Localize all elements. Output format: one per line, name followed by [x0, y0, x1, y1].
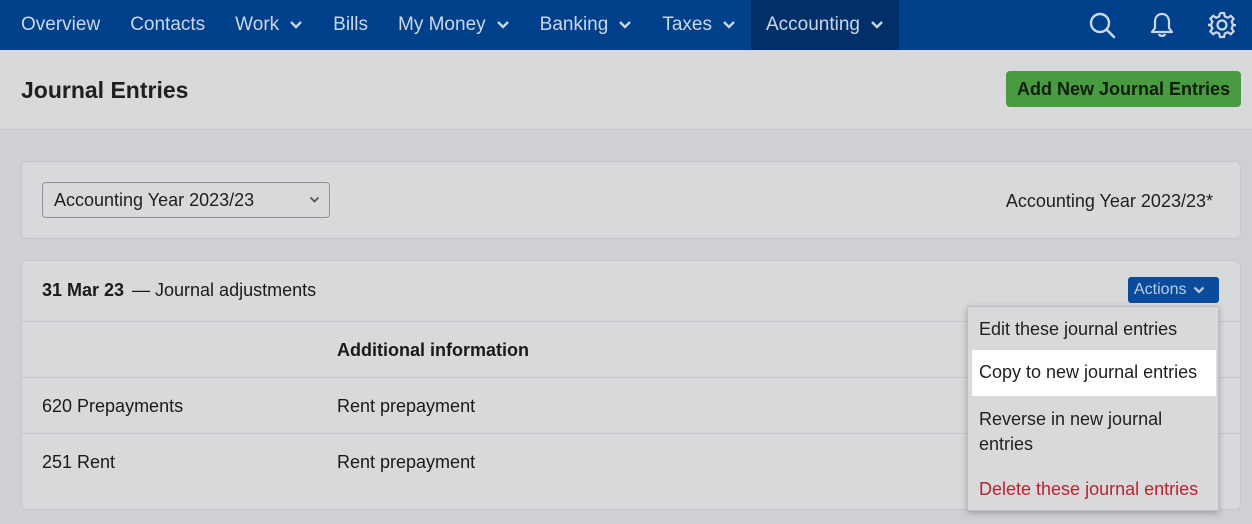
nav-icons [1072, 0, 1252, 50]
nav-contacts[interactable]: Contacts [115, 0, 220, 50]
nav-label: Overview [21, 14, 101, 35]
entry-separator: — [132, 280, 150, 300]
bell-icon [1150, 12, 1174, 37]
nav-label: My Money [398, 14, 486, 35]
nav-bills[interactable]: Bills [318, 0, 383, 50]
chevron-down-icon [723, 21, 735, 29]
nav-label: Taxes [662, 14, 712, 35]
actions-button[interactable]: Actions [1128, 277, 1219, 303]
add-new-journal-entries-button[interactable]: Add New Journal Entries [1005, 71, 1241, 107]
year-select-value: Accounting Year 2023/23 [54, 189, 255, 210]
accounting-year-label: Accounting Year 2023/23* [1005, 191, 1213, 211]
chevron-down-icon [619, 21, 632, 29]
nav-label: Accounting [765, 14, 860, 35]
chevron-down-icon [1194, 286, 1205, 294]
nav-taxes[interactable]: Taxes [647, 0, 751, 50]
nav-banking[interactable]: Banking [525, 0, 648, 50]
chevron-down-icon [496, 21, 509, 29]
chevron-down-icon [290, 21, 303, 29]
search-icon [1089, 12, 1116, 39]
search-button[interactable] [1072, 0, 1132, 50]
nav-label: Bills [333, 14, 368, 35]
nav-label: Work [235, 14, 280, 35]
info-cell: Rent prepayment [337, 452, 476, 472]
accounting-year-select[interactable]: Accounting Year 2023/23 [42, 182, 330, 218]
nav-label: Banking [539, 14, 609, 35]
chevron-down-icon [871, 21, 883, 29]
nav-label: Contacts [130, 14, 206, 35]
year-filter-card: Accounting Year 2023/23 Accounting Year … [21, 161, 1241, 239]
chevron-down-icon [309, 196, 320, 203]
actions-menu: Edit these journal entries Copy to new j… [967, 306, 1219, 511]
table-header-cell: Additional information [337, 340, 529, 360]
account-cell: 251 Rent [42, 452, 116, 472]
menu-item-delete[interactable]: Delete these journal entries [972, 477, 1216, 502]
page-header: Journal Entries Add New Journal Entries [0, 50, 1252, 130]
info-cell: Rent prepayment [337, 396, 476, 416]
gear-icon [1208, 11, 1236, 39]
nav-work[interactable]: Work [220, 0, 318, 50]
nav-accounting[interactable]: Accounting [750, 0, 899, 50]
menu-item-reverse[interactable]: Reverse in new journal entries [972, 407, 1202, 457]
entry-description-text: Journal adjustments [155, 280, 317, 300]
settings-button[interactable] [1192, 0, 1252, 50]
menu-item-edit[interactable]: Edit these journal entries [972, 317, 1216, 342]
entry-date: 31 Mar 23 [42, 280, 125, 300]
notifications-button[interactable] [1132, 0, 1192, 50]
actions-label: Actions [1134, 281, 1187, 298]
menu-item-copy[interactable]: Copy to new journal entries [972, 350, 1216, 396]
top-nav: Overview Contacts Work Bills My Money Ba… [0, 0, 1252, 50]
entry-description: — Journal adjustments [132, 280, 316, 301]
nav-my-money[interactable]: My Money [383, 0, 525, 50]
page-title: Journal Entries [21, 77, 189, 103]
account-cell: 620 Prepayments [42, 396, 184, 416]
nav-overview[interactable]: Overview [0, 0, 115, 50]
